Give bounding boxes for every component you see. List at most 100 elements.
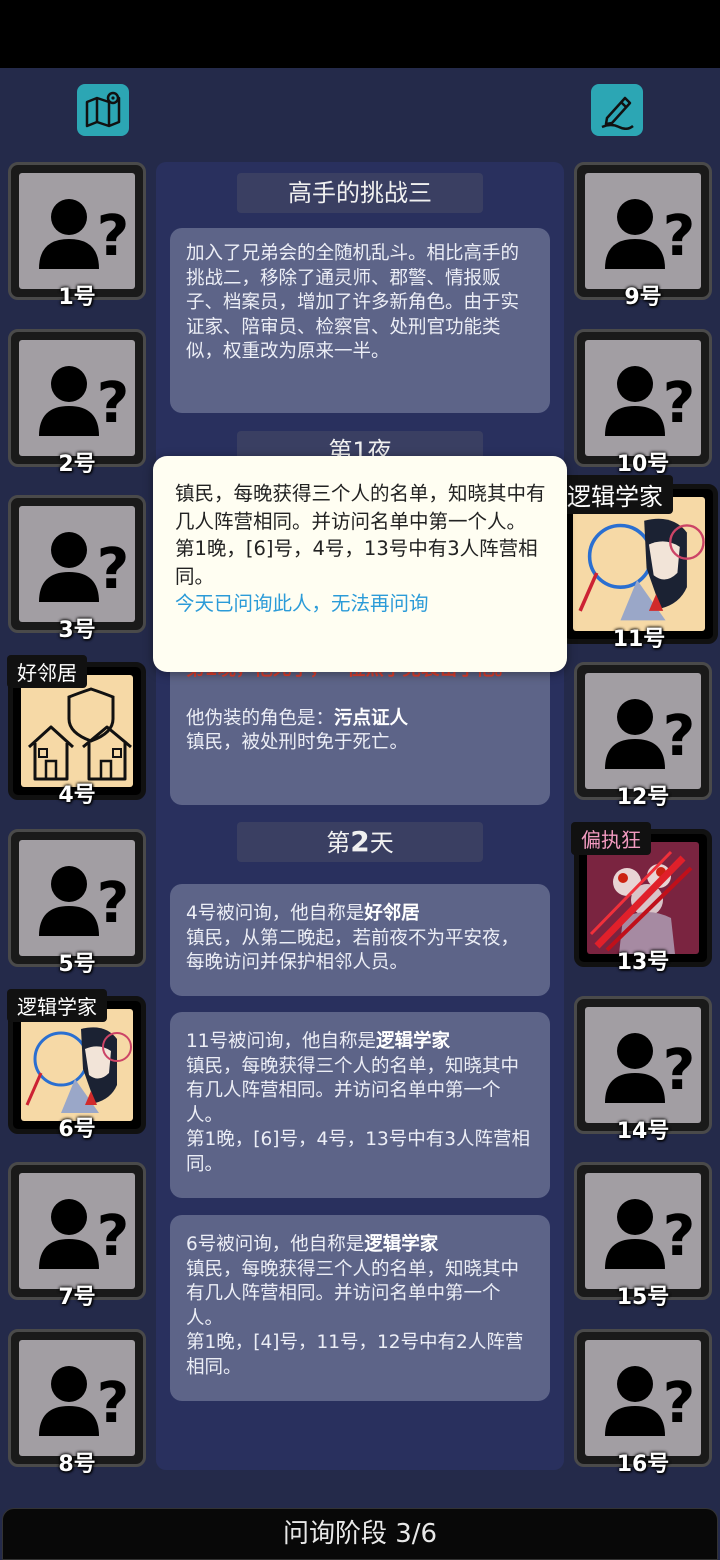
svg-text:?: ? — [97, 1204, 129, 1269]
scenario-title: 高手的挑战三 — [237, 173, 483, 213]
player-number: 3号 — [58, 618, 96, 643]
svg-text:?: ? — [97, 1371, 129, 1436]
player-number: 1号 — [58, 285, 96, 310]
logician-character-art — [25, 1027, 132, 1113]
player-slot-1[interactable]: ? 1号 — [8, 162, 146, 310]
svg-text:?: ? — [663, 704, 695, 769]
player-number: 12号 — [616, 785, 670, 810]
entry2-claim: 11号被问询，他自称是逻辑学家 — [186, 1030, 534, 1055]
unknown-player-icon: ? — [19, 173, 135, 289]
entry3-role: 逻辑学家 — [364, 1234, 439, 1255]
entry1-role: 好邻居 — [364, 903, 420, 924]
player-slot-13[interactable]: 偏执狂 13号 — [571, 822, 712, 975]
player-slot-12[interactable]: ? 12号 — [574, 662, 712, 810]
player-number: 10号 — [616, 452, 670, 477]
unknown-player-icon: ? — [585, 340, 701, 456]
player-number: 15号 — [616, 1285, 670, 1310]
player-number: 16号 — [616, 1452, 670, 1477]
entry3-claim: 6号被问询，他自称是逻辑学家 — [186, 1233, 534, 1258]
logician-portrait — [573, 497, 705, 631]
unknown-player-icon: ? — [585, 1007, 701, 1123]
entry1-claim: 4号被问询，他自称是好邻居 — [186, 902, 534, 927]
unknown-player-icon: ? — [19, 1340, 135, 1456]
paranoid-portrait — [587, 842, 699, 954]
entry2-result: 第1晚，[6]号，4号，13号中有3人阵营相同。 — [186, 1129, 531, 1175]
neighbor-houses-icon — [27, 687, 132, 781]
svg-text:?: ? — [663, 204, 695, 269]
entry2-prefix: 11号被问询，他自称是 — [186, 1031, 377, 1052]
svg-text:?: ? — [663, 1371, 695, 1436]
log-entry-4: 4号被问询，他自称是好邻居 镇民，从第二晚起，若前夜不为平安夜，每晚访问并保护相… — [170, 884, 550, 996]
popup-result: 第1晚，[6]号，4号，13号中有3人阵营相同。 — [175, 537, 538, 588]
day2-number: 2 — [350, 825, 370, 858]
unknown-player-icon: ? — [585, 673, 701, 789]
popup-notice: 今天已问询此人，无法再问询 — [175, 592, 429, 615]
logician-portrait — [21, 1009, 133, 1121]
status-bar — [0, 0, 720, 68]
player-slot-11-selected[interactable]: 逻辑学家 11号 — [557, 475, 718, 652]
player-number: 4号 — [58, 783, 96, 808]
player-number: 14号 — [616, 1119, 670, 1144]
unknown-player-icon: ? — [585, 1173, 701, 1289]
player-slot-7[interactable]: ? 7号 — [8, 1162, 146, 1310]
player-number: 11号 — [612, 627, 666, 652]
unknown-player-icon: ? — [585, 173, 701, 289]
role-tag: 偏执狂 — [571, 822, 651, 855]
entry1-desc: 镇民，从第二晚起，若前夜不为平安夜，每晚访问并保护相邻人员。 — [186, 927, 520, 974]
player-number: 7号 — [58, 1285, 96, 1310]
role-tag: 逻辑学家 — [557, 475, 673, 514]
entry3-desc: 镇民，每晚获得三个人的名单，知晓其中有几人阵营相同。并访问名单中第一个人。 — [186, 1258, 520, 1329]
role-info-popup[interactable]: 镇民，每晚获得三个人的名单，知晓其中有几人阵营相同。并访问名单中第一个人。 第1… — [153, 456, 567, 672]
svg-text:?: ? — [663, 1038, 695, 1103]
good-neighbor-portrait — [21, 675, 133, 787]
svg-text:?: ? — [97, 871, 129, 936]
role-tag: 逻辑学家 — [7, 989, 107, 1022]
notes-button[interactable] — [591, 84, 643, 136]
player-number: 5号 — [58, 952, 96, 977]
player-slot-6[interactable]: 逻辑学家 6号 — [7, 989, 146, 1142]
player-slot-2[interactable]: ? 2号 — [8, 329, 146, 477]
role-tag: 好邻居 — [7, 655, 87, 688]
player-number: 2号 — [58, 452, 96, 477]
unknown-player-icon: ? — [19, 340, 135, 456]
svg-text:?: ? — [97, 371, 129, 436]
player-slot-5[interactable]: ? 5号 — [8, 829, 146, 977]
player-slot-16[interactable]: ? 16号 — [574, 1329, 712, 1477]
svg-text:?: ? — [663, 371, 695, 436]
log-entry-11: 11号被问询，他自称是逻辑学家 镇民，每晚获得三个人的名单，知晓其中有几人阵营相… — [170, 1012, 550, 1198]
entry3-prefix: 6号被问询，他自称是 — [186, 1234, 365, 1255]
svg-text:?: ? — [663, 1204, 695, 1269]
scenario-intro-card: 加入了兄弟会的全随机乱斗。相比高手的挑战二，移除了通灵师、郡警、情报贩子、档案员… — [170, 228, 550, 413]
popup-role-desc: 镇民，每晚获得三个人的名单，知晓其中有几人阵营相同。并访问名单中第一个人。 — [175, 482, 546, 533]
player-slot-10[interactable]: ? 10号 — [574, 329, 712, 477]
player-number: 6号 — [58, 1117, 96, 1142]
map-button[interactable] — [77, 84, 129, 136]
unknown-player-icon: ? — [19, 506, 135, 622]
player-number: 9号 — [624, 285, 662, 310]
player-slot-3[interactable]: ? 3号 — [8, 495, 146, 643]
svg-text:?: ? — [97, 204, 129, 269]
disguise-role: 污点证人 — [334, 707, 409, 729]
player-slot-8[interactable]: ? 8号 — [8, 1329, 146, 1477]
disguise-prefix: 他伪装的角色是： — [186, 707, 335, 729]
player-slot-4[interactable]: 好邻居 4号 — [7, 655, 146, 808]
unknown-player-icon: ? — [19, 840, 135, 956]
night1-disguise-desc: 镇民，被处刑时免于死亡。 — [186, 732, 409, 753]
day2-prefix: 第 — [326, 829, 351, 857]
phase-indicator: 问询阶段 3/6 — [2, 1508, 718, 1560]
map-location-icon — [85, 91, 121, 128]
player-slot-14[interactable]: ? 14号 — [574, 996, 712, 1144]
log-entry-6: 6号被问询，他自称是逻辑学家 镇民，每晚获得三个人的名单，知晓其中有几人阵营相同… — [170, 1215, 550, 1401]
night1-disguise-line: 他伪装的角色是：污点证人 — [186, 707, 534, 732]
player-slot-15[interactable]: ? 15号 — [574, 1162, 712, 1310]
day2-suffix: 天 — [369, 829, 394, 857]
day2-title: 第2天 — [237, 822, 483, 862]
entry3-result: 第1晚，[4]号，11号，12号中有2人阵营相同。 — [186, 1332, 524, 1378]
player-slot-9[interactable]: ? 9号 — [574, 162, 712, 310]
paranoid-character-art — [589, 850, 693, 954]
player-number: 8号 — [58, 1452, 96, 1477]
entry1-prefix: 4号被问询，他自称是 — [186, 903, 365, 924]
pen-edit-icon — [601, 96, 634, 130]
entry2-desc: 镇民，每晚获得三个人的名单，知晓其中有几人阵营相同。并访问名单中第一个人。 — [186, 1055, 520, 1126]
entry2-role: 逻辑学家 — [376, 1031, 451, 1052]
